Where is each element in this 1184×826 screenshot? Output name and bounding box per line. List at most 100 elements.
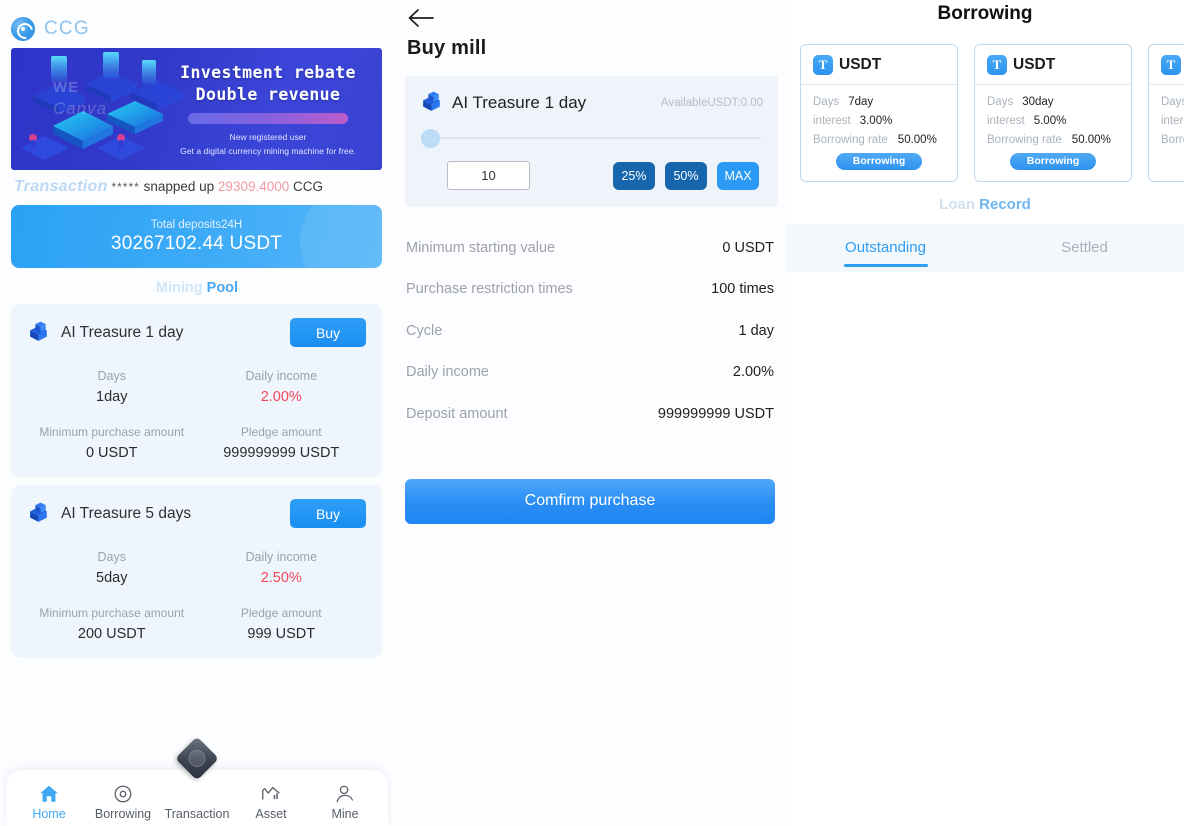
total-deposits-label: Total deposits24H <box>150 218 243 231</box>
borrowing-card-body: Days 30day interest 5.00% Borrowing rate… <box>975 85 1131 146</box>
pool-income-value: 2.50% <box>260 570 302 586</box>
pool-daily-income: Daily income 2.00% <box>197 369 367 405</box>
buy-product-group: AI Treasure 1 day <box>420 90 586 115</box>
tab-settled[interactable]: Settled <box>985 224 1184 272</box>
total-deposits-value: 30267102.44 USDT <box>110 232 283 254</box>
banner-sub-2: Get a digital currency mining machine fo… <box>180 145 356 156</box>
borrowing-rate-label: Borrowing rate <box>987 134 1062 146</box>
detail-value: 2.00% <box>732 364 774 381</box>
pool-stats-row-1: Days 5day Daily income 2.50% <box>27 550 366 586</box>
borrowing-interest-value: 3.00% <box>859 115 893 127</box>
borrowing-rate-label: Borrowing rate <box>813 134 888 146</box>
borrowing-interest-label: interest <box>1161 115 1184 127</box>
pool-income-label: Daily income <box>245 550 318 564</box>
borrowing-rate-row: Borrowing rate 50.00% <box>987 134 1131 146</box>
pool-card-header: AI Treasure 1 day Buy <box>27 318 366 347</box>
usdt-tether-icon <box>987 55 1007 75</box>
user-icon <box>336 785 353 802</box>
borrowing-days-row: Days <box>1161 96 1184 108</box>
banner-text-block: Investment rebate Double revenue New reg… <box>162 62 374 158</box>
server-block-icon <box>423 91 440 111</box>
detail-key: Cycle <box>406 322 443 339</box>
detail-key: Daily income <box>406 364 489 381</box>
bottom-navigation: Home Borrowing Transaction Asset Mine <box>6 736 388 826</box>
promo-banner[interactable]: WE Canva Investment rebate Double revenu… <box>11 48 382 170</box>
detail-value: 100 times <box>711 281 774 298</box>
amount-slider[interactable] <box>420 129 763 148</box>
pool-stats-row-2: Minimum purchase amount 200 USDT Pledge … <box>27 606 366 642</box>
detail-key: Minimum starting value <box>406 239 556 256</box>
transaction-ticker: Transaction ***** snapped up 29309.4000 … <box>14 178 394 196</box>
detail-value: 0 USDT <box>722 239 774 256</box>
buy-button[interactable]: Buy <box>290 318 366 347</box>
pool-days-label: Days <box>97 550 126 564</box>
percent-50-button[interactable]: 50% <box>665 161 707 190</box>
percent-button-group: 25% 50% MAX <box>613 161 763 190</box>
confirm-purchase-button[interactable]: Comfirm purchase <box>405 478 775 524</box>
percent-25-button[interactable]: 25% <box>613 161 655 190</box>
amount-input[interactable] <box>447 161 530 190</box>
borrowing-card-header: USDT <box>1149 45 1184 85</box>
detail-row: Minimum starting value 0 USDT <box>406 227 774 269</box>
detail-value: 1 day <box>738 322 774 339</box>
pool-min-purchase: Minimum purchase amount 0 USDT <box>27 425 197 461</box>
purchase-details-list: Minimum starting value 0 USDT Purchase r… <box>406 227 774 435</box>
borrowing-days-label: Days <box>1161 96 1184 108</box>
nav-label-transaction: Transaction <box>164 806 230 821</box>
borrowing-days-row: Days 7day <box>813 96 957 108</box>
borrowing-interest-row: interest <box>1161 115 1184 127</box>
borrowing-card-header: USDT <box>801 45 957 85</box>
borrowing-action-button[interactable]: Borrowing <box>1010 153 1096 170</box>
banner-sub-1: New registered user <box>229 131 307 142</box>
buy-card-header: AI Treasure 1 day AvailableUSDT:0.00 <box>420 90 763 115</box>
borrowing-card[interactable]: USDT Days interest Borrowing rate <box>1148 44 1184 182</box>
home-icon <box>40 785 58 802</box>
borrowing-card[interactable]: USDT Days 30day interest 5.00% Borrowing… <box>974 44 1132 182</box>
pool-name: AI Treasure 5 days <box>61 504 192 522</box>
pool-card-title-group: AI Treasure 5 days <box>27 501 191 526</box>
home-panel: CCG WE Canva Investment rebate Double re… <box>0 0 394 826</box>
nav-item-borrowing[interactable]: Borrowing <box>90 783 156 821</box>
nav-item-home[interactable]: Home <box>16 783 82 821</box>
pool-income-label: Daily income <box>245 369 318 383</box>
borrowing-action-button[interactable]: Borrowing <box>836 153 922 170</box>
pool-min-purchase: Minimum purchase amount 200 USDT <box>27 606 197 642</box>
slider-thumb[interactable] <box>421 129 440 148</box>
ticker-unit: CCG <box>293 179 324 194</box>
back-arrow-icon[interactable] <box>406 5 436 31</box>
borrowing-rate-row: Borrowing rate <box>1161 134 1184 146</box>
tab-outstanding[interactable]: Outstanding <box>786 224 985 272</box>
pool-card[interactable]: AI Treasure 5 days Buy Days 5day Daily i… <box>11 485 382 658</box>
buy-amount-card: AI Treasure 1 day AvailableUSDT:0.00 25%… <box>405 76 778 207</box>
detail-key: Deposit amount <box>406 405 508 422</box>
pool-days-value: 5day <box>96 570 128 586</box>
pool-daily-income: Daily income 2.50% <box>197 550 367 586</box>
loan-record-heading: Loan Record <box>786 196 1184 213</box>
buy-button[interactable]: Buy <box>290 499 366 528</box>
detail-row: Deposit amount 999999999 USDT <box>406 393 774 435</box>
pool-pledge-label: Pledge amount <box>240 425 322 439</box>
loan-record-tabs: Outstanding Settled <box>786 224 1184 272</box>
chart-icon <box>262 786 280 799</box>
app-screen: CCG WE Canva Investment rebate Double re… <box>0 0 1184 826</box>
borrowing-card[interactable]: USDT Days 7day interest 3.00% Borrowing … <box>800 44 958 182</box>
borrowing-coin-name: USDT <box>839 56 882 73</box>
circle-target-icon <box>114 785 132 802</box>
ticker-masked-user: ***** <box>111 180 140 194</box>
nav-label-borrowing: Borrowing <box>94 806 152 821</box>
nav-item-mine[interactable]: Mine <box>312 783 378 821</box>
borrowing-coin-name: USDT <box>1013 56 1056 73</box>
percent-max-button[interactable]: MAX <box>717 161 759 190</box>
server-block-icon <box>30 321 47 341</box>
borrowing-rate-label: Borrowing rate <box>1161 134 1184 146</box>
nav-item-transaction[interactable]: Transaction <box>164 736 230 821</box>
nav-item-asset[interactable]: Asset <box>238 783 304 821</box>
nav-label-home: Home <box>32 806 66 821</box>
pool-pledge-label: Pledge amount <box>240 606 322 620</box>
banner-accent-bar <box>188 112 348 124</box>
detail-value: 999999999 USDT <box>657 405 774 422</box>
pool-card[interactable]: AI Treasure 1 day Buy Days 1day Daily in… <box>11 304 382 477</box>
borrowing-panel: Borrowing USDT Days 7day interest 3.00% <box>786 0 1184 826</box>
borrowing-interest-label: interest <box>987 115 1025 127</box>
pool-income-value: 2.00% <box>260 389 302 405</box>
